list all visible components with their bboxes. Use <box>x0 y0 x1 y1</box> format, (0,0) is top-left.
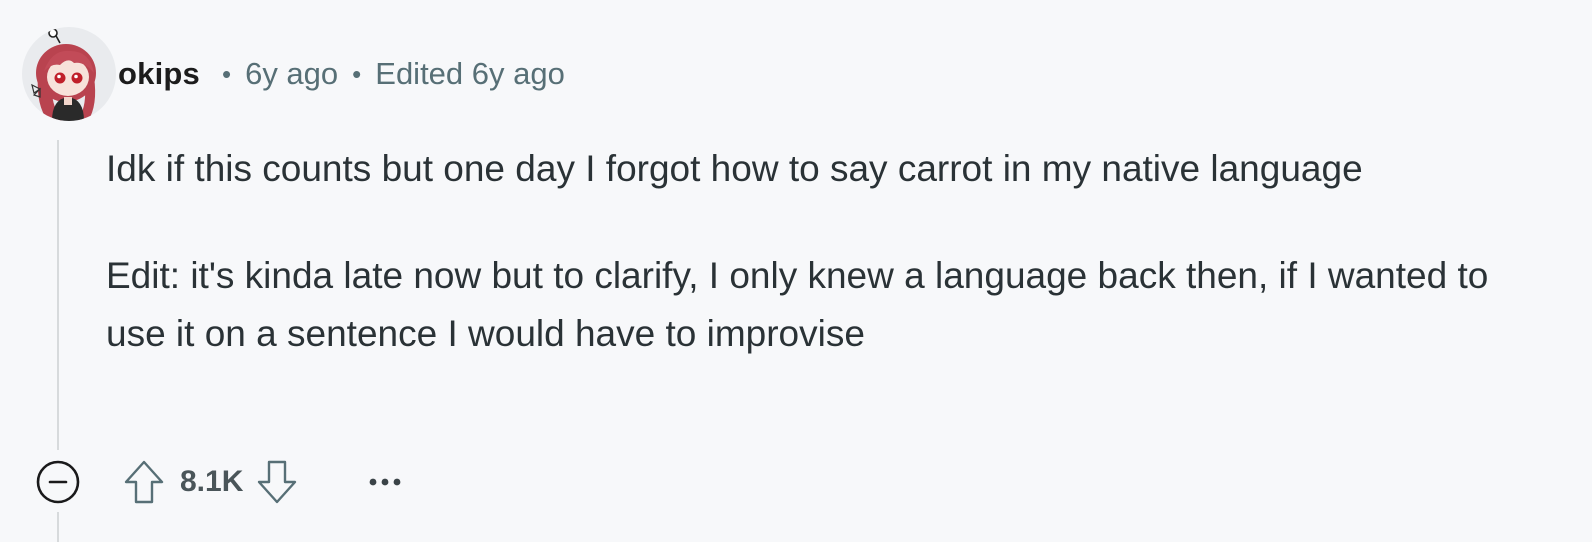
vote-score: 8.1K <box>180 465 244 498</box>
downvote-button[interactable] <box>249 454 305 510</box>
comment: okips • 6y ago • Edited 6y ago Idk if th… <box>0 0 1592 542</box>
comment-actions: 8.1K <box>30 452 413 512</box>
comment-paragraph: Edit: it's kinda late now but to clarify… <box>106 255 1489 354</box>
meta-separator: • <box>221 58 232 89</box>
comment-header: okips • 6y ago • Edited 6y ago <box>118 50 565 98</box>
arrow-down-icon <box>258 460 297 504</box>
upvote-button[interactable] <box>116 454 172 510</box>
thread-line[interactable] <box>57 140 59 450</box>
more-options-button[interactable] <box>357 454 413 510</box>
more-horizontal-icon <box>369 478 401 486</box>
comment-age[interactable]: 6y ago <box>245 56 338 92</box>
edited-label: Edited 6y ago <box>375 56 565 91</box>
arrow-up-icon <box>124 460 164 504</box>
username-link[interactable]: okips <box>118 56 200 92</box>
comment-paragraph: Idk if this counts but one day I forgot … <box>106 148 1363 189</box>
comment-body: Idk if this counts but one day I forgot … <box>106 140 1546 363</box>
thread-line-continuation[interactable] <box>57 512 59 542</box>
user-avatar[interactable] <box>22 27 116 121</box>
collapse-minus-icon <box>36 460 80 504</box>
meta-separator: • <box>352 58 362 89</box>
collapse-button[interactable] <box>30 454 86 510</box>
